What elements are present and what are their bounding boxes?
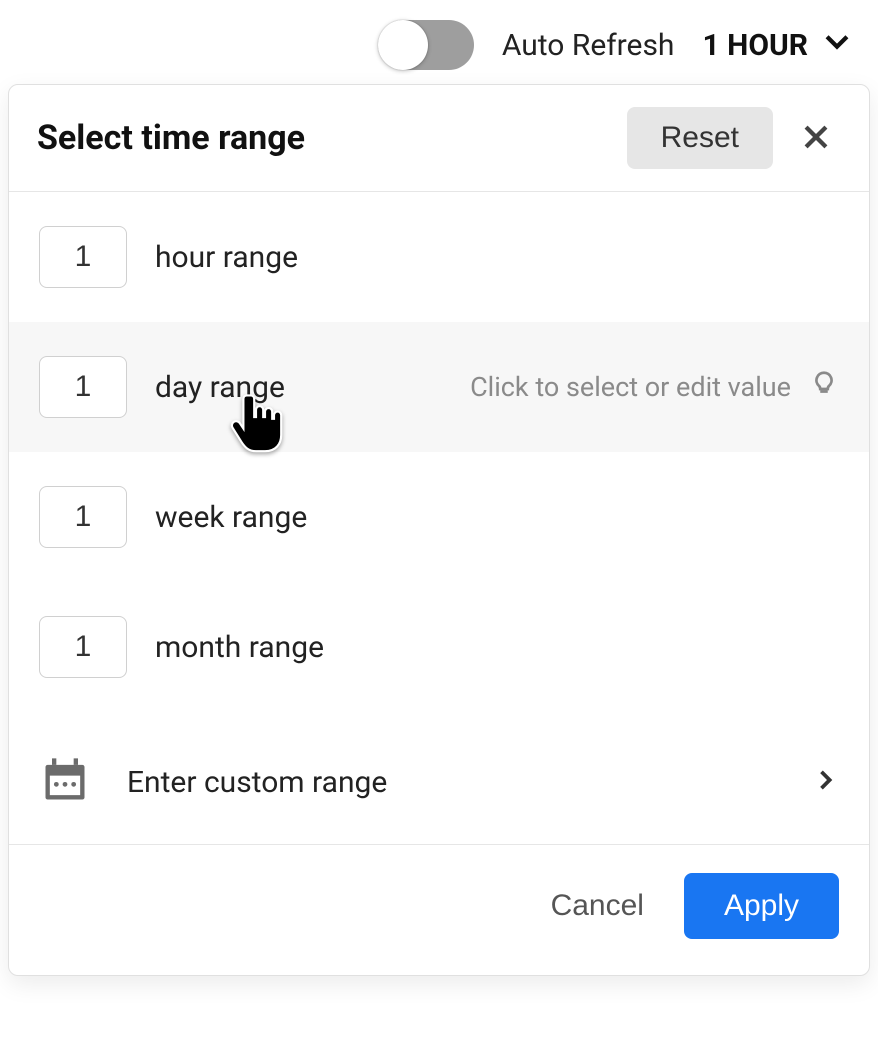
auto-refresh-toggle[interactable] — [378, 20, 474, 70]
row-hint: Click to select or edit value — [470, 369, 839, 406]
chevron-down-icon — [820, 24, 854, 66]
apply-button[interactable]: Apply — [684, 873, 839, 939]
toggle-knob — [378, 20, 428, 70]
day-value-input[interactable] — [39, 356, 127, 418]
month-value-input[interactable] — [39, 616, 127, 678]
range-row-month[interactable]: month range — [9, 582, 869, 712]
week-range-label: week range — [155, 500, 307, 535]
time-range-dialog: Select time range Reset hour range day r… — [8, 84, 870, 976]
cancel-button[interactable]: Cancel — [539, 879, 656, 933]
dialog-header: Select time range Reset — [9, 85, 869, 192]
hour-value-input[interactable] — [39, 226, 127, 288]
calendar-icon — [39, 754, 91, 810]
reset-button[interactable]: Reset — [627, 107, 773, 169]
range-row-day[interactable]: day range Click to select or edit value — [9, 322, 869, 452]
lightbulb-icon — [809, 369, 839, 406]
auto-refresh-label: Auto Refresh — [502, 28, 675, 63]
week-value-input[interactable] — [39, 486, 127, 548]
dialog-title: Select time range — [37, 118, 609, 158]
close-icon — [799, 142, 833, 157]
custom-range-label: Enter custom range — [127, 765, 775, 800]
range-row-hour[interactable]: hour range — [9, 192, 869, 322]
chevron-right-icon — [811, 766, 839, 798]
time-range-value: 1 HOUR — [702, 28, 808, 63]
row-hint-text: Click to select or edit value — [470, 371, 791, 403]
range-row-week[interactable]: week range — [9, 452, 869, 582]
time-range-dropdown[interactable]: 1 HOUR — [702, 24, 854, 66]
close-button[interactable] — [791, 112, 841, 165]
month-range-label: month range — [155, 630, 324, 665]
topbar: Auto Refresh 1 HOUR — [0, 0, 878, 84]
day-range-label: day range — [155, 370, 285, 405]
dialog-footer: Cancel Apply — [9, 845, 869, 975]
custom-range-row[interactable]: Enter custom range — [9, 720, 869, 845]
hour-range-label: hour range — [155, 240, 298, 275]
